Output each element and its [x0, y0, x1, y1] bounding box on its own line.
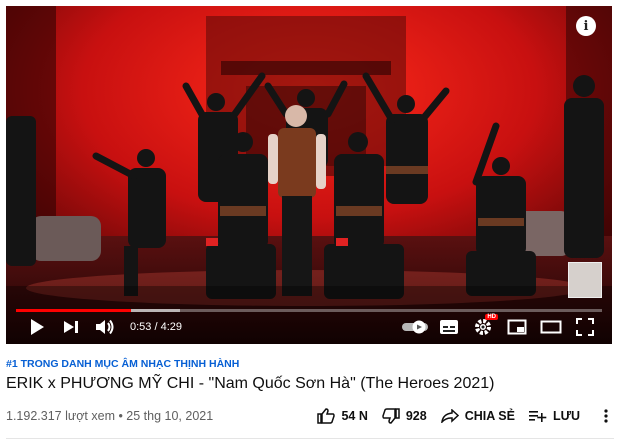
trending-hashtag-link[interactable]: #1 TRONG DANH MỤC ÂM NHẠC THỊNH HÀNH: [6, 358, 239, 370]
settings-button[interactable]: HD: [466, 312, 500, 342]
like-button[interactable]: 54 N: [317, 408, 368, 424]
save-label: LƯU: [552, 409, 580, 423]
video-meta-row: 1.192.317 lượt xem • 25 thg 10, 2021 54 …: [6, 405, 614, 427]
corner-thumbnail[interactable]: [568, 262, 602, 298]
player-controls: 0:53 / 4:29 HD: [6, 310, 612, 344]
settings-icon: [475, 319, 491, 335]
divider: [6, 438, 614, 439]
time-display: 0:53 / 4:29: [130, 321, 182, 333]
video-player[interactable]: i 0:53 / 4:29 HD: [6, 6, 612, 344]
hd-badge: HD: [485, 314, 498, 320]
like-count: 54 N: [341, 409, 368, 423]
fullscreen-icon: [576, 318, 594, 336]
autoplay-toggle[interactable]: [398, 312, 432, 342]
view-count-and-date: 1.192.317 lượt xem • 25 thg 10, 2021: [6, 409, 214, 423]
youtube-watch-page: i 0:53 / 4:29 HD #1 TRONG DANH MỤC ÂM NH…: [0, 0, 620, 445]
share-arrow-icon: [440, 409, 459, 423]
miniplayer-icon: [507, 319, 527, 335]
autoplay-toggle-icon: [402, 320, 428, 334]
current-time: 0:53: [130, 321, 152, 333]
next-button[interactable]: [54, 312, 88, 342]
share-label: CHIA SẺ: [464, 409, 515, 423]
duration: 4:29: [160, 321, 183, 333]
share-button[interactable]: CHIA SẺ: [440, 409, 515, 423]
playlist-add-icon: [528, 411, 547, 422]
miniplayer-button[interactable]: [500, 312, 534, 342]
thumbs-up-icon: [317, 408, 336, 424]
more-actions-button[interactable]: [598, 409, 614, 423]
play-button[interactable]: [20, 312, 54, 342]
time-separator: /: [151, 321, 161, 333]
action-buttons: 54 N 928 CHIA SẺ LƯU: [303, 408, 614, 424]
theater-mode-button[interactable]: [534, 312, 568, 342]
info-icon[interactable]: i: [576, 16, 596, 36]
more-vert-icon: [604, 409, 608, 423]
dislike-button[interactable]: 928: [382, 408, 427, 424]
volume-icon: [96, 319, 114, 335]
next-icon: [64, 321, 78, 333]
video-title: ERIK x PHƯƠNG MỸ CHI - "Nam Quốc Sơn Hà"…: [6, 375, 495, 392]
fullscreen-button[interactable]: [568, 312, 602, 342]
video-frame: [6, 6, 612, 344]
thumbs-down-icon: [382, 408, 400, 424]
subtitles-icon: [440, 320, 458, 334]
dislike-count: 928: [405, 409, 427, 423]
volume-button[interactable]: [88, 312, 122, 342]
subtitles-button[interactable]: [432, 312, 466, 342]
theater-icon: [540, 320, 562, 334]
play-icon: [31, 319, 44, 335]
save-button[interactable]: LƯU: [528, 409, 580, 423]
